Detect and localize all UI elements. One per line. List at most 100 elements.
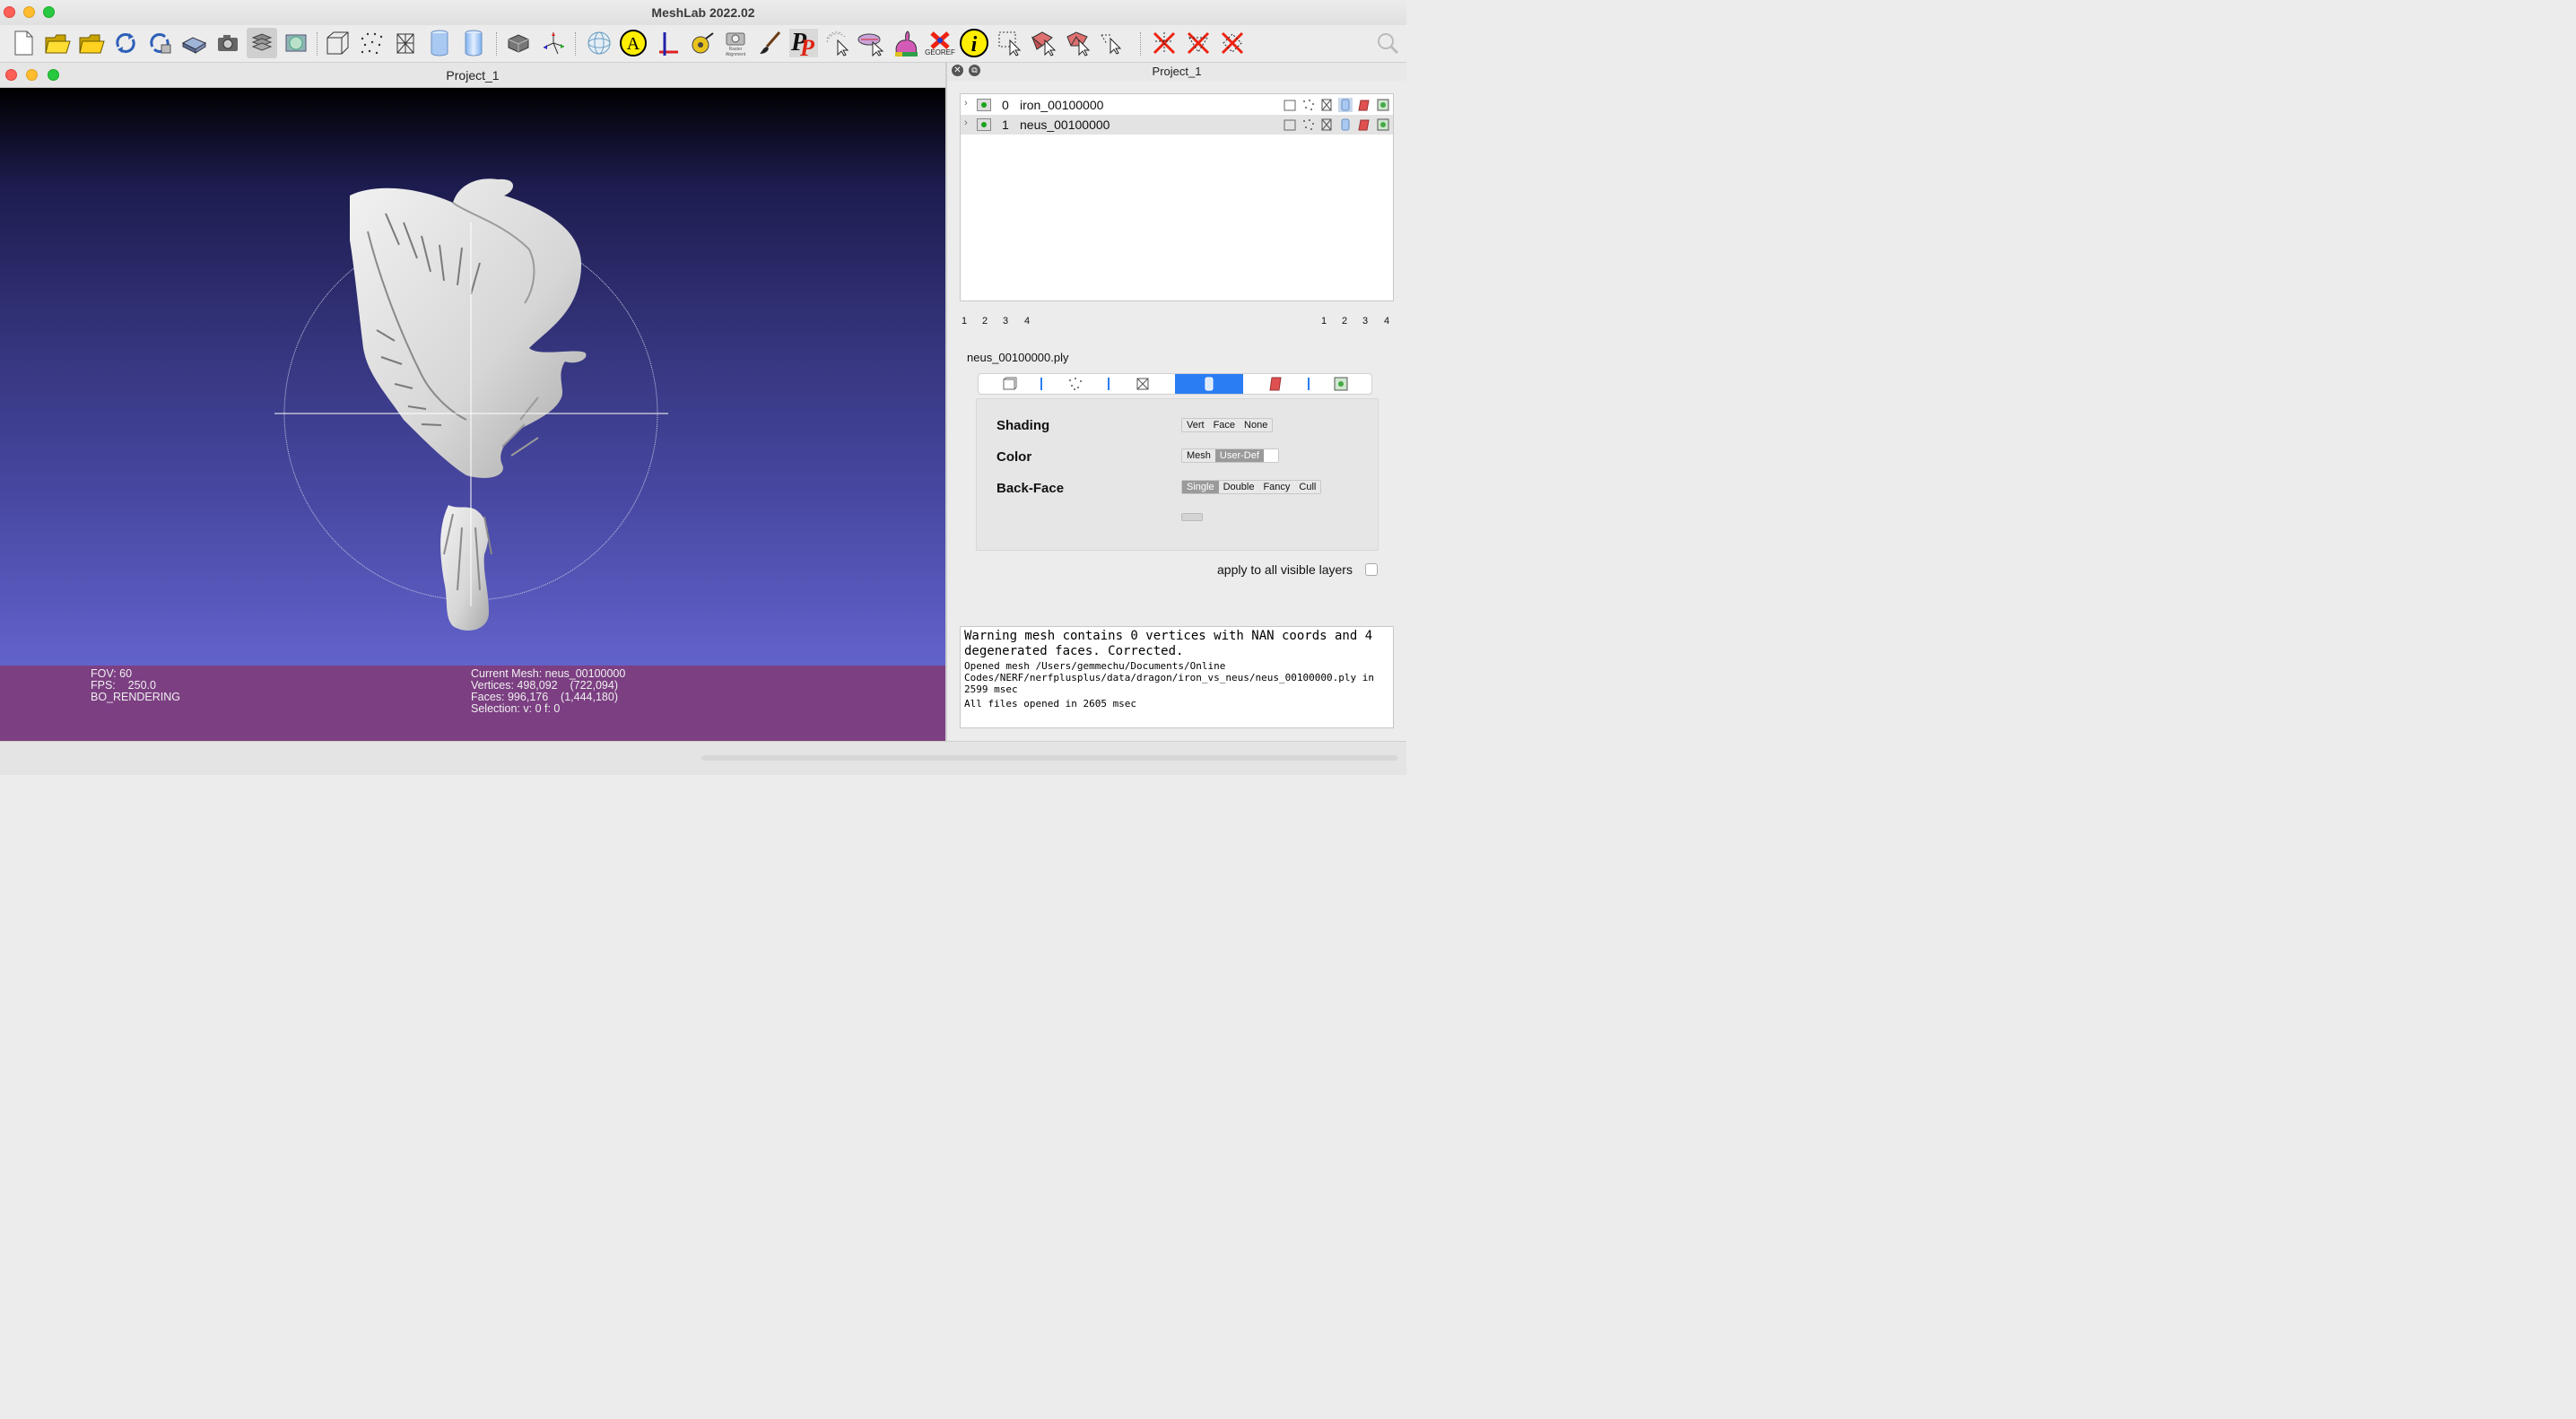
decorator-mini-icon[interactable]: [1376, 118, 1390, 132]
expand-chevron-icon[interactable]: ›: [964, 118, 968, 128]
paint-brush-icon[interactable]: [754, 28, 785, 58]
backface-segmented: Single Double Fancy Cull: [1181, 480, 1322, 494]
extra-option-button[interactable]: [1181, 513, 1203, 521]
georef-icon[interactable]: GEOREF: [925, 28, 955, 58]
flat-render-icon[interactable]: [424, 28, 455, 58]
visibility-eye-icon[interactable]: [977, 118, 991, 131]
svg-text:i: i: [971, 33, 978, 57]
backface-single-option[interactable]: Single: [1182, 481, 1219, 493]
3d-viewport[interactable]: FOV: 60 FPS: 250.0 BO_RENDERING Current …: [0, 88, 945, 741]
layer-dialog-icon[interactable]: [247, 28, 277, 58]
points-render-icon[interactable]: [356, 28, 387, 58]
page-button-right-3[interactable]: 3: [1362, 316, 1368, 326]
texture-mini-icon[interactable]: [1357, 118, 1371, 132]
decorator-mini-icon[interactable]: [1376, 98, 1390, 112]
bounding-box-icon[interactable]: [322, 28, 352, 58]
wire-mini-icon[interactable]: [1319, 118, 1334, 132]
visibility-eye-icon[interactable]: [977, 99, 991, 111]
fill-mini-icon[interactable]: [1338, 98, 1353, 112]
layer-row[interactable]: › 0 iron_00100000: [961, 95, 1393, 115]
horizontal-scrollbar[interactable]: [701, 755, 1397, 761]
fill-mini-icon[interactable]: [1338, 118, 1353, 132]
close-subwindow-button[interactable]: [5, 69, 17, 81]
raster-alignment-icon[interactable]: Raster Alignment: [720, 28, 751, 58]
main-toolbar: A Raster Alignment PP GEOREF i: [0, 25, 1406, 63]
zoom-subwindow-button[interactable]: [48, 69, 59, 81]
raster-layer-icon[interactable]: [281, 28, 311, 58]
page-button-left-2[interactable]: 2: [982, 316, 988, 326]
rendering-mode-text: BO_RENDERING: [91, 691, 181, 703]
texture-mode-tab[interactable]: [1243, 374, 1308, 394]
wire-mini-icon[interactable]: [1319, 98, 1334, 112]
select-faces-icon[interactable]: [1029, 28, 1059, 58]
color-userdef-option[interactable]: User-Def: [1214, 449, 1264, 462]
shading-face-option[interactable]: Face: [1209, 419, 1240, 431]
select-vertices-icon[interactable]: [995, 28, 1025, 58]
align-tool-icon[interactable]: [857, 28, 887, 58]
points-mini-icon[interactable]: [1301, 98, 1316, 112]
open-project-icon[interactable]: [42, 28, 73, 58]
shading-none-option[interactable]: None: [1240, 419, 1272, 431]
page-button-right-1[interactable]: 1: [1321, 316, 1327, 326]
layer-row-selected[interactable]: › 1 neus_00100000: [961, 115, 1393, 135]
decorator-mode-tab[interactable]: [1310, 374, 1371, 394]
save-mesh-icon[interactable]: [178, 28, 209, 58]
reload-icon[interactable]: [110, 28, 141, 58]
page-button-left-3[interactable]: 3: [1003, 316, 1008, 326]
trackball-icon[interactable]: [584, 28, 614, 58]
page-button-left-4[interactable]: 4: [1024, 316, 1030, 326]
fill-mode-tab[interactable]: [1175, 374, 1243, 394]
color-mesh-option[interactable]: Mesh: [1182, 449, 1215, 462]
smooth-render-icon[interactable]: [458, 28, 489, 58]
info-icon[interactable]: i: [959, 28, 989, 58]
lighting-icon[interactable]: [503, 28, 534, 58]
minimize-subwindow-button[interactable]: [26, 69, 38, 81]
toolbar-separator: [317, 32, 318, 56]
color-bunny-icon[interactable]: [891, 28, 921, 58]
points-mini-icon[interactable]: [1301, 118, 1316, 132]
picking-pp-icon[interactable]: PP: [788, 28, 819, 58]
search-icon[interactable]: [1372, 28, 1403, 58]
snapshot-icon[interactable]: [213, 28, 243, 58]
select-z-painting-icon[interactable]: [1097, 28, 1127, 58]
apply-all-checkbox[interactable]: [1365, 563, 1378, 576]
page-button-right-2[interactable]: 2: [1342, 316, 1347, 326]
render-options-panel: Shading Vert Face None Color Mesh User-D…: [976, 398, 1379, 551]
page-button-left-1[interactable]: 1: [962, 316, 967, 326]
close-window-button[interactable]: [4, 6, 15, 18]
color-swatch[interactable]: [1263, 449, 1278, 462]
page-button-right-4[interactable]: 4: [1384, 316, 1389, 326]
log-console[interactable]: Warning mesh contains 0 vertices with NA…: [960, 626, 1394, 728]
float-panel-icon[interactable]: ⧉: [969, 65, 980, 76]
backface-cull-option[interactable]: Cull: [1294, 481, 1320, 493]
import-mesh-icon[interactable]: [76, 28, 107, 58]
panel-splitter[interactable]: [945, 63, 947, 741]
shading-vert-option[interactable]: Vert: [1182, 419, 1209, 431]
bbox-mode-tab[interactable]: [979, 374, 1040, 394]
measuring-tape-icon[interactable]: [686, 28, 717, 58]
measure-axes-icon[interactable]: [652, 28, 683, 58]
select-connected-icon[interactable]: [1063, 28, 1093, 58]
backface-fancy-option[interactable]: Fancy: [1258, 481, 1294, 493]
axis-icon[interactable]: [538, 28, 569, 58]
reload-all-icon[interactable]: [144, 28, 175, 58]
delete-faces-vertices-icon[interactable]: [1217, 28, 1248, 58]
expand-chevron-icon[interactable]: ›: [964, 98, 968, 109]
delete-faces-icon[interactable]: [1183, 28, 1214, 58]
zoom-window-button[interactable]: [43, 6, 55, 18]
bbox-mini-icon[interactable]: [1283, 118, 1297, 132]
bbox-mini-icon[interactable]: [1283, 98, 1297, 112]
backface-double-option[interactable]: Double: [1219, 481, 1259, 493]
wireframe-render-icon[interactable]: [390, 28, 421, 58]
wire-mode-tab[interactable]: [1110, 374, 1175, 394]
layer-panel-title: Project_1: [1152, 65, 1202, 78]
point-picker-icon[interactable]: [822, 28, 853, 58]
close-panel-icon[interactable]: ✕: [952, 65, 963, 76]
annotation-a-icon[interactable]: A: [618, 28, 648, 58]
selection-text: Selection: v: 0 f: 0: [471, 702, 561, 715]
new-project-icon[interactable]: [8, 28, 39, 58]
minimize-window-button[interactable]: [23, 6, 35, 18]
points-mode-tab[interactable]: [1043, 374, 1108, 394]
delete-vertices-icon[interactable]: [1149, 28, 1179, 58]
texture-mini-icon[interactable]: [1357, 98, 1371, 112]
